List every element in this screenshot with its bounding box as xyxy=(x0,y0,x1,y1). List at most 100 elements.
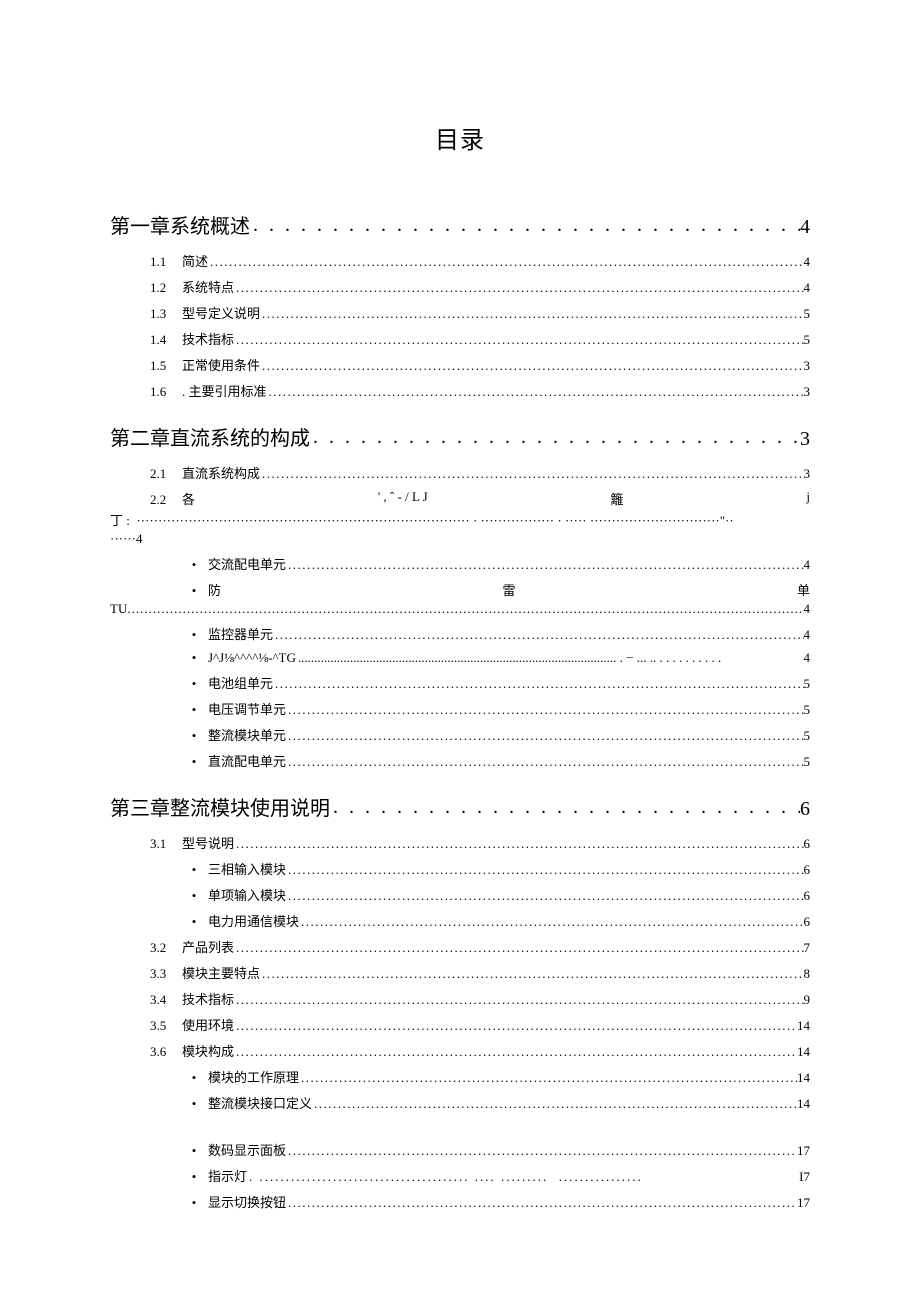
bullet-label: 指示灯 xyxy=(208,1166,247,1185)
sub-page: 7 xyxy=(804,940,811,956)
toc-bullet: • 直流配电单元 ...............................… xyxy=(180,751,810,770)
leader-dots: ........................................… xyxy=(234,280,803,296)
bullet-icon: • xyxy=(180,888,208,904)
sub-label: 模块主要特点 xyxy=(182,963,260,982)
toc-bullet: • 指示灯 . ................................… xyxy=(180,1166,810,1185)
toc-bullet: • 数码显示面板 ...............................… xyxy=(180,1140,810,1159)
sub-page: 4 xyxy=(804,254,811,270)
garbled-text: 各 xyxy=(182,489,195,508)
sub-label: 型号定义说明 xyxy=(182,303,260,322)
toc-bullet: • 电池组单元 ................................… xyxy=(180,673,810,692)
sub-num: 1.3 xyxy=(150,306,178,322)
bullet-page: 5 xyxy=(804,754,811,770)
garbled-text: 籬 xyxy=(611,489,624,508)
bullet-page: 6 xyxy=(804,862,811,878)
leader-dots: ........................................… xyxy=(260,966,803,982)
toc-sub: 1.4 技术指标 ...............................… xyxy=(150,329,810,348)
garbled-text: j xyxy=(806,489,810,508)
sub-num: 3.3 xyxy=(150,966,178,982)
chapter-2: 第二章直流系统的构成 . . . . . . . . . . . . . . .… xyxy=(110,422,810,451)
toc-sub: 1.5 正常使用条件 .............................… xyxy=(150,355,810,374)
toc-bullet: • 整流模块接口定义 .............................… xyxy=(180,1093,810,1112)
leader-dots: ........................................… xyxy=(260,358,803,374)
sub-label: 直流系统构成 xyxy=(182,463,260,482)
bullet-page: 4 xyxy=(804,557,811,573)
sub-page: 8 xyxy=(804,966,811,982)
sub-label: 简述 xyxy=(182,251,208,270)
sub-label: 技术指标 xyxy=(182,329,234,348)
sub-page: 3 xyxy=(804,384,811,400)
toc-bullet: • 电压调节单元 ...............................… xyxy=(180,699,810,718)
leader-dots: ........................................… xyxy=(286,888,803,904)
bullet-icon: • xyxy=(180,650,208,666)
sub-label: 使用环境 xyxy=(182,1015,234,1034)
wrap-line: 丁 : ····································… xyxy=(0,510,920,529)
bullet-icon: • xyxy=(180,1143,208,1159)
bullet-icon: • xyxy=(180,1096,208,1112)
bullet-label: 模块的工作原理 xyxy=(208,1067,299,1086)
toc-sub: 1.3 型号定义说明 .............................… xyxy=(150,303,810,322)
sub-page: 3 xyxy=(804,466,811,482)
garbled-prefix: 丁 : xyxy=(110,513,130,528)
bullet-page: 14 xyxy=(797,1070,810,1086)
toc-bullet: • 整流模块单元 ...............................… xyxy=(180,725,810,744)
leader-dots: ........................................… xyxy=(286,754,803,770)
sub-label: 型号说明 xyxy=(182,833,234,852)
bullet-icon: • xyxy=(180,728,208,744)
toc-sub: 1.6 . 主要引用标准 ...........................… xyxy=(150,381,810,400)
toc-bullet: • 模块的工作原理 ..............................… xyxy=(180,1067,810,1086)
toc-sub: 2.1 直流系统构成 .............................… xyxy=(150,463,810,482)
sub-num: 3.4 xyxy=(150,992,178,1008)
leader-dots: ........................................… xyxy=(208,254,803,270)
leader-dots: ........................................… xyxy=(286,1143,797,1159)
sub-page: 9 xyxy=(804,992,811,1008)
toc-sub: 1.1 简述 .................................… xyxy=(150,251,810,270)
wrap-page: 4 xyxy=(804,601,811,617)
sub-num: 1.4 xyxy=(150,332,178,348)
leader-dots: ........................................… xyxy=(286,557,803,573)
sub-page: 5 xyxy=(804,332,811,348)
leader-dots: ........................................… xyxy=(286,862,803,878)
leader-dots: ........................................… xyxy=(286,728,803,744)
sub-page: 14 xyxy=(797,1044,810,1060)
wrap-page: 4 xyxy=(136,531,143,546)
bullet-page: 5 xyxy=(804,676,811,692)
wrap-line: TU .....................................… xyxy=(0,601,920,617)
toc-bullet: • J^J⅛^^^^⅛-^TG ........................… xyxy=(180,650,810,666)
garbled-prefix: TU xyxy=(110,601,127,617)
bullet-label: 电力用通信模块 xyxy=(208,911,299,930)
leader-dots: ........................................… xyxy=(234,1018,797,1034)
toc-sub: 3.3 模块主要特点 .............................… xyxy=(150,963,810,982)
bullet-label: 三相输入模块 xyxy=(208,859,286,878)
leader-dots: ........................................… xyxy=(273,627,803,643)
toc-sub: 3.2 产品列表 ...............................… xyxy=(150,937,810,956)
garbled-text: ' , ˆ - / L J xyxy=(378,489,428,508)
bullet-page: 6 xyxy=(804,888,811,904)
sub-num: 1.5 xyxy=(150,358,178,374)
garbled-dots: ........................................… xyxy=(127,601,803,617)
sub-page: 6 xyxy=(804,836,811,852)
bullet-icon: • xyxy=(180,754,208,770)
chapter-2-page: 3 xyxy=(800,428,810,451)
sub-num: 3.1 xyxy=(150,836,178,852)
wrap-line-tail: ······4 xyxy=(0,531,920,547)
bullet-label: 显示切换按钮 xyxy=(208,1192,286,1211)
sub-label: 正常使用条件 xyxy=(182,355,260,374)
toc-sub-garbled: 2.2 各 ' , ˆ - / L J 籬 j xyxy=(150,489,810,508)
leader-dots: ........................................… xyxy=(260,466,803,482)
bullet-icon: • xyxy=(180,1169,208,1185)
bullet-icon: • xyxy=(180,627,208,643)
bullet-icon: • xyxy=(180,557,208,573)
toc-bullet: • 交流配电单元 ...............................… xyxy=(180,554,810,573)
toc-sub: 3.6 模块构成 ...............................… xyxy=(150,1041,810,1060)
toc-bullet: • 三相输入模块 ...............................… xyxy=(180,859,810,878)
sub-num: 1.1 xyxy=(150,254,178,270)
garbled-dots: ········································… xyxy=(133,513,734,528)
bullet-page: 14 xyxy=(797,1096,810,1112)
bullet-label: 电池组单元 xyxy=(208,673,273,692)
leader-dots: . . . . . . . . . . . . . . . . . . . . … xyxy=(330,796,800,819)
garbled-text: 防 xyxy=(208,580,221,599)
leader-dots: ........................................… xyxy=(234,1044,797,1060)
toc-sub: 3.4 技术指标 ...............................… xyxy=(150,989,810,1008)
toc-bullet: • 显示切换按钮 ...............................… xyxy=(180,1192,810,1211)
